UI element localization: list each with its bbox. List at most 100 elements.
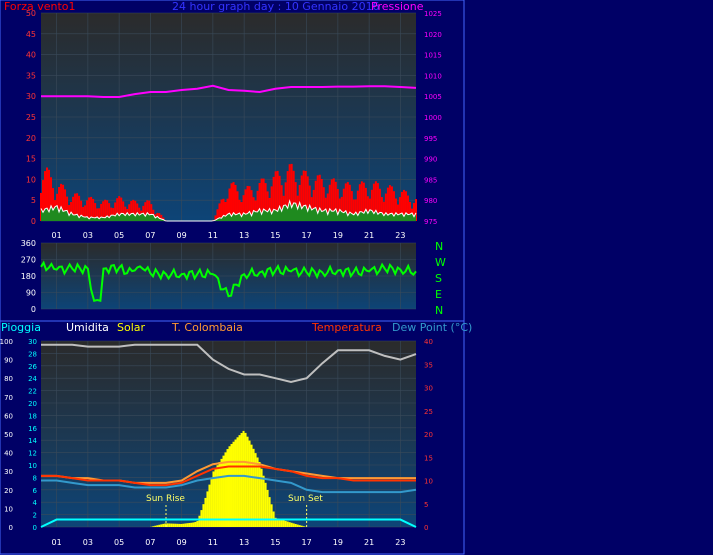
solar-bar <box>230 443 233 527</box>
wind-tick-label: 25 <box>26 113 36 122</box>
solar-bar <box>168 523 171 527</box>
humidity-tick-label: 50 <box>4 431 13 439</box>
solar-bar <box>194 521 197 527</box>
legend-temperature: Temperatura <box>311 321 382 334</box>
compass-e: E <box>435 288 442 301</box>
rain-tick-label: 22 <box>28 388 37 396</box>
solar-bar <box>174 523 177 527</box>
humidity-tick-label: 60 <box>4 412 13 420</box>
solar-bar <box>246 436 249 527</box>
x-tick-label-bottom: 09 <box>177 538 187 547</box>
solar-bar <box>156 525 159 527</box>
solar-bar <box>162 523 165 527</box>
temperature-tick-label: 25 <box>424 408 433 416</box>
solar-bar <box>268 497 271 527</box>
solar-bar <box>176 523 179 527</box>
solar-bar <box>300 525 303 527</box>
humidity-tick-label: 10 <box>4 505 13 513</box>
chart-canvas: 0510152025303540455097598098599099510001… <box>0 0 472 555</box>
solar-bar <box>302 526 305 527</box>
wind-tick-label: 15 <box>26 155 36 164</box>
solar-bar <box>216 465 219 527</box>
solar-bar <box>182 523 185 527</box>
humidity-tick-label: 80 <box>4 375 13 383</box>
rain-tick-label: 12 <box>28 450 37 458</box>
compass-s: S <box>435 272 442 285</box>
humidity-tick-label: 40 <box>4 450 13 458</box>
humidity-tick-label: 20 <box>4 487 13 495</box>
x-tick-label-bottom: 13 <box>239 538 249 547</box>
direction-tick-label: 90 <box>26 289 36 298</box>
x-tick-label-bottom: 15 <box>270 538 280 547</box>
temperature-tick-label: 35 <box>424 361 433 369</box>
sun-rise-label: Sun Rise <box>146 494 185 504</box>
wind-tick-label: 5 <box>31 196 36 205</box>
x-tick-label-bottom: 01 <box>52 538 62 547</box>
x-tick-label-top: 13 <box>239 231 249 240</box>
solar-bar <box>170 523 173 527</box>
x-tick-label-top: 05 <box>114 231 124 240</box>
sun-set-label: Sun Set <box>288 494 323 504</box>
solar-bar <box>178 523 181 527</box>
solar-bar <box>228 446 231 527</box>
wind-tick-label: 35 <box>26 71 36 80</box>
solar-bar <box>196 521 199 527</box>
x-tick-label-top: 17 <box>302 231 312 240</box>
pressure-tick-label: 995 <box>424 135 437 143</box>
solar-bar <box>224 452 227 527</box>
x-tick-label-bottom: 21 <box>364 538 374 547</box>
x-tick-label-top: 21 <box>364 231 374 240</box>
pressure-tick-label: 985 <box>424 176 437 184</box>
solar-bar <box>258 461 261 527</box>
pressure-tick-label: 1010 <box>424 72 442 80</box>
solar-bar <box>190 522 193 527</box>
humidity-tick-label: 0 <box>9 524 13 532</box>
pressure-tick-label: 1000 <box>424 114 442 122</box>
rain-tick-label: 30 <box>28 338 37 346</box>
wind-tick-label: 40 <box>26 51 36 60</box>
solar-bar <box>192 522 195 527</box>
x-tick-label-top: 03 <box>83 231 93 240</box>
solar-bar <box>244 432 247 527</box>
solar-bar <box>294 523 297 527</box>
solar-bar <box>202 504 205 527</box>
solar-bar <box>250 444 253 527</box>
x-tick-label-bottom: 03 <box>83 538 93 547</box>
solar-bar <box>280 519 283 527</box>
solar-bar <box>198 515 201 527</box>
solar-bar <box>286 521 289 527</box>
solar-bar <box>188 522 191 527</box>
solar-bar <box>180 523 183 527</box>
pressure-tick-label: 1020 <box>424 31 442 39</box>
rain-tick-label: 24 <box>28 375 37 383</box>
pressure-tick-label: 990 <box>424 156 437 164</box>
solar-bar <box>282 520 285 527</box>
compass-n-top: N <box>435 240 443 253</box>
humidity-tick-label: 90 <box>4 357 13 365</box>
solar-bar <box>298 525 301 527</box>
solar-bar <box>160 524 163 527</box>
humidity-tick-label: 100 <box>0 338 13 346</box>
direction-tick-label: 0 <box>31 305 36 314</box>
pressure-tick-label: 1005 <box>424 93 442 101</box>
pressure-tick-label: 980 <box>424 197 437 205</box>
x-tick-label-bottom: 19 <box>333 538 343 547</box>
x-tick-label-top: 23 <box>395 231 405 240</box>
solar-bar <box>200 510 203 527</box>
solar-bar <box>166 523 169 527</box>
weather-graph: 0 5 10 15 20 25 30 35 40 45 50 975 980 985 990 995 1000 1… <box>0 0 713 555</box>
pressure-tick-label: 1015 <box>424 52 442 60</box>
graph-title: 24 hour graph day : 10 Gennaio 2016 <box>172 0 380 13</box>
solar-bar <box>296 524 299 527</box>
solar-bar <box>208 484 211 527</box>
temperature-tick-label: 40 <box>424 338 433 346</box>
rain-tick-label: 2 <box>33 512 37 520</box>
rain-tick-label: 16 <box>28 425 37 433</box>
rain-tick-label: 20 <box>28 400 37 408</box>
rain-tick-label: 8 <box>33 474 37 482</box>
wind-axis-label: Forza vento1 <box>4 0 76 13</box>
solar-bar <box>184 523 187 527</box>
rain-tick-label: 6 <box>33 487 38 495</box>
temperature-tick-label: 15 <box>424 454 433 462</box>
legend-rain: Pioggia <box>1 321 41 334</box>
